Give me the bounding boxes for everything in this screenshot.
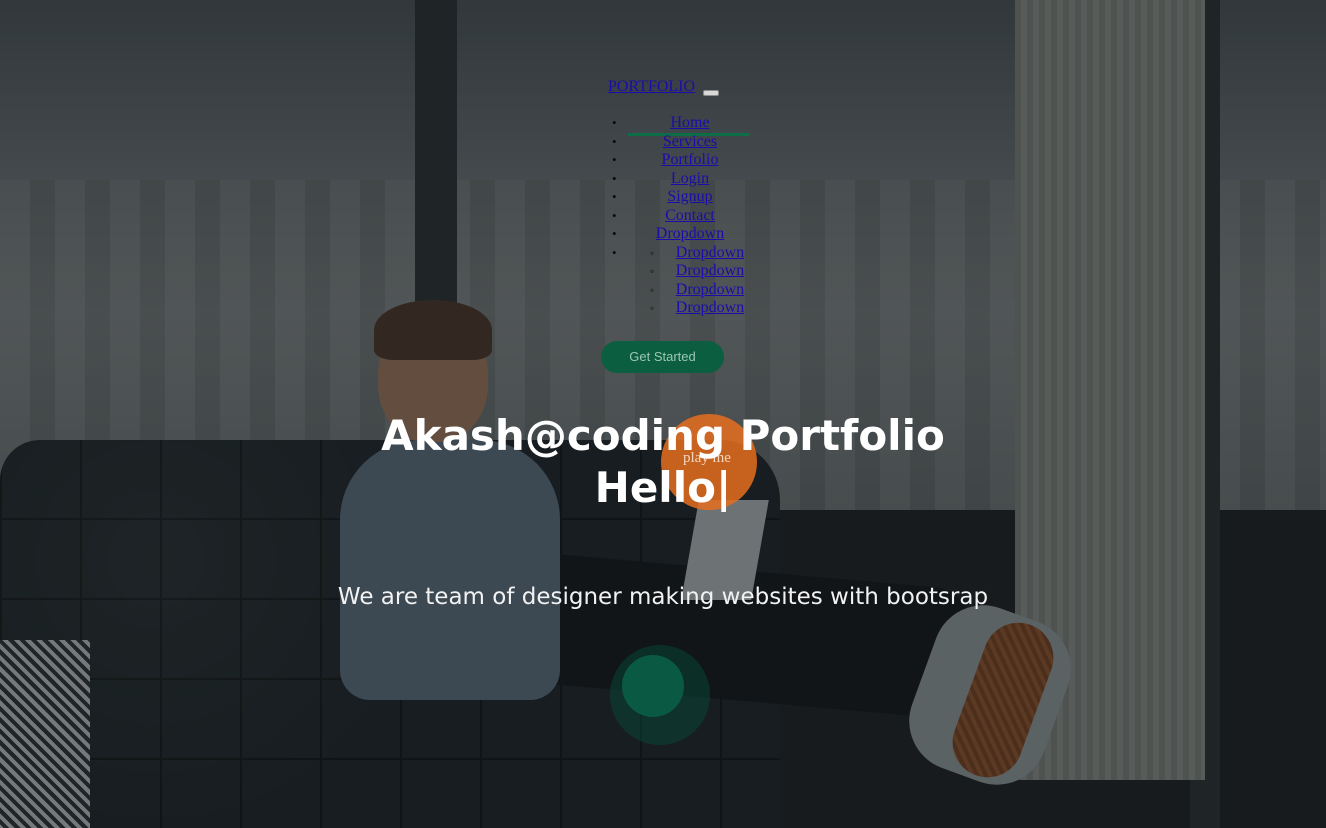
dropdown-item: Dropdown	[630, 244, 790, 263]
get-started-button[interactable]: Get Started	[601, 341, 724, 373]
nav-item-contact: Contact	[600, 207, 780, 226]
nav-link-signup[interactable]: Signup	[667, 188, 712, 205]
nav-link-services[interactable]: Services	[663, 133, 717, 150]
dropdown-link[interactable]: Dropdown	[676, 244, 744, 261]
dropdown-link[interactable]: Dropdown	[676, 299, 744, 316]
nav-link-contact[interactable]: Contact	[665, 207, 715, 224]
nav-item-portfolio: Portfolio	[600, 151, 780, 170]
nav-item-services: Services	[600, 133, 780, 152]
dropdown-item: Dropdown	[630, 262, 790, 281]
nav-item-signup: Signup	[600, 188, 780, 207]
hero-title: Akash@coding Portfolio Hello|	[300, 410, 1026, 514]
nav-link-portfolio[interactable]: Portfolio	[662, 151, 719, 168]
nav-link-dropdown[interactable]: Dropdown	[656, 225, 724, 242]
typed-text-line: Hello|	[300, 462, 1026, 514]
nav-item-login: Login	[600, 170, 780, 189]
dropdown-link[interactable]: Dropdown	[676, 281, 744, 298]
brand-link[interactable]: PORTFOLIO	[608, 78, 695, 96]
dropdown-item: Dropdown	[630, 281, 790, 300]
nav-item-dropdown: Dropdown	[600, 225, 780, 244]
hero-title-text: Akash@coding Portfolio	[381, 411, 945, 460]
scroll-indicator-button[interactable]	[622, 655, 684, 717]
hero-subtitle: We are team of designer making websites …	[337, 584, 989, 610]
nav-link-login[interactable]: Login	[671, 170, 709, 187]
navbar-toggler-button[interactable]	[703, 90, 719, 96]
dropdown-menu: Dropdown Dropdown Dropdown Dropdown	[630, 244, 800, 318]
dropdown-item: Dropdown	[630, 299, 790, 318]
typing-cursor: |	[715, 463, 732, 512]
nav-item-home: Home	[600, 114, 780, 136]
dropdown-container: Dropdown Dropdown Dropdown Dropdown	[600, 244, 780, 318]
nav-link-home[interactable]: Home	[670, 114, 709, 131]
typed-text: Hello	[594, 463, 716, 512]
nav-menu: Home Services Portfolio Login Signup Con…	[600, 114, 800, 318]
dropdown-link[interactable]: Dropdown	[676, 262, 744, 279]
